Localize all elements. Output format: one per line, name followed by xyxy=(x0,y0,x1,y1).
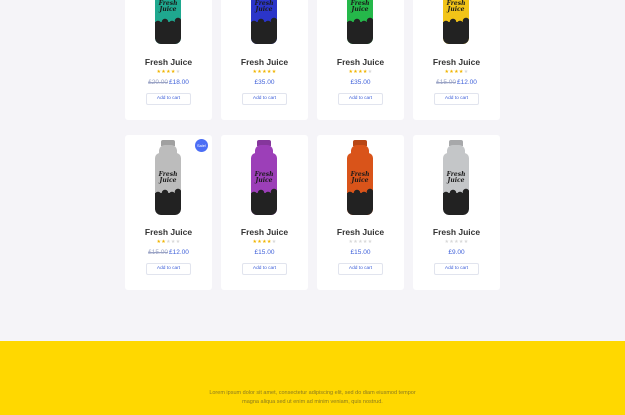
product-card[interactable]: Fresh Juice Fresh Juice ★★★★★ £20.00£18.00 A… xyxy=(125,0,212,120)
product-price: £15.00£12.00 xyxy=(125,249,212,256)
bottle-brand-label: Fresh Juice xyxy=(350,170,370,184)
juice-bottle-image[interactable]: Fresh Juice xyxy=(155,0,181,44)
sale-badge: Sale! xyxy=(195,139,208,152)
current-price: £18.00 xyxy=(169,79,189,86)
current-price: £35.00 xyxy=(254,79,275,86)
juice-bottle-image[interactable]: Fresh Juice xyxy=(443,0,469,44)
bottle-brand-label: Fresh Juice xyxy=(158,0,178,14)
footer-text-line-1: Lorem ipsum dolor sit amet, consectetur … xyxy=(209,390,416,396)
rating-stars: ★★★★★ xyxy=(125,69,212,75)
juice-bottle-image[interactable]: Fresh Juice xyxy=(155,140,181,215)
footer-text: Lorem ipsum dolor sit amet, consectetur … xyxy=(0,389,625,407)
product-title[interactable]: Fresh Juice xyxy=(413,227,500,237)
product-card[interactable]: Fresh Juice Fresh Juice ★★★★★ £15.00 Add to … xyxy=(317,135,404,290)
star-icon: ★ xyxy=(367,69,373,75)
product-price: £35.00 xyxy=(317,79,404,86)
old-price: £15.00 xyxy=(436,79,456,86)
star-icon: ★ xyxy=(271,69,277,75)
rating-stars: ★★★★★ xyxy=(125,239,212,245)
product-title[interactable]: Fresh Juice xyxy=(125,227,212,237)
star-icon: ★ xyxy=(175,69,181,75)
product-price: £15.00 xyxy=(317,249,404,256)
rating-stars: ★★★★★ xyxy=(317,239,404,245)
juice-bottle-image[interactable]: Fresh Juice xyxy=(251,0,277,44)
juice-bottle-image[interactable]: Fresh Juice xyxy=(443,140,469,215)
old-price: £20.00 xyxy=(148,79,168,86)
bottle-brand-label: Fresh Juice xyxy=(254,0,274,14)
product-title[interactable]: Fresh Juice xyxy=(413,57,500,67)
star-icon: ★ xyxy=(367,239,373,245)
product-price: £15.00 xyxy=(221,249,308,256)
add-to-cart-button[interactable]: Add to cart xyxy=(338,263,383,275)
product-card[interactable]: Fresh Juice Fresh Juice ★★★★★ £15.00 Add to … xyxy=(221,135,308,290)
add-to-cart-button[interactable]: Add to cart xyxy=(146,263,191,275)
juice-bottle-image[interactable]: Fresh Juice xyxy=(251,140,277,215)
rating-stars: ★★★★★ xyxy=(413,239,500,245)
product-card[interactable]: Fresh Juice Fresh Juice ★★★★★ £15.00£12.00 A… xyxy=(413,0,500,120)
footer: Lorem ipsum dolor sit amet, consectetur … xyxy=(0,341,625,415)
product-price: £35.00 xyxy=(221,79,308,86)
juice-bottle-image[interactable]: Fresh Juice xyxy=(347,0,373,44)
rating-stars: ★★★★★ xyxy=(317,69,404,75)
product-title[interactable]: Fresh Juice xyxy=(221,227,308,237)
current-price: £12.00 xyxy=(457,79,477,86)
current-price: £15.00 xyxy=(254,249,275,256)
add-to-cart-button[interactable]: Add to cart xyxy=(242,93,287,105)
add-to-cart-button[interactable]: Add to cart xyxy=(434,93,479,105)
current-price: £35.00 xyxy=(350,79,371,86)
footer-text-line-2: magna aliqua sed ut enim ad minim veniam… xyxy=(242,399,383,405)
bottle-brand-label: Fresh Juice xyxy=(350,0,370,14)
product-title[interactable]: Fresh Juice xyxy=(221,57,308,67)
add-to-cart-button[interactable]: Add to cart xyxy=(338,93,383,105)
product-price: £9.00 xyxy=(413,249,500,256)
add-to-cart-button[interactable]: Add to cart xyxy=(242,263,287,275)
add-to-cart-button[interactable]: Add to cart xyxy=(146,93,191,105)
product-card[interactable]: Fresh Juice Sale! Fresh Juice ★★★★★ £15.00£1… xyxy=(125,135,212,290)
bottle-brand-label: Fresh Juice xyxy=(446,0,466,14)
rating-stars: ★★★★★ xyxy=(413,69,500,75)
current-price: £9.00 xyxy=(448,249,465,256)
star-icon: ★ xyxy=(463,239,469,245)
juice-bottle-image[interactable]: Fresh Juice xyxy=(347,140,373,215)
rating-stars: ★★★★★ xyxy=(221,69,308,75)
product-card[interactable]: Fresh Juice Fresh Juice ★★★★★ £9.00 Add to c… xyxy=(413,135,500,290)
product-price: £20.00£18.00 xyxy=(125,79,212,86)
bottle-brand-label: Fresh Juice xyxy=(254,170,274,184)
product-card[interactable]: Fresh Juice Fresh Juice ★★★★★ £35.00 Add to … xyxy=(317,0,404,120)
product-price: £15.00£12.00 xyxy=(413,79,500,86)
old-price: £15.00 xyxy=(148,249,168,256)
star-icon: ★ xyxy=(271,239,277,245)
product-title[interactable]: Fresh Juice xyxy=(317,57,404,67)
rating-stars: ★★★★★ xyxy=(221,239,308,245)
product-title[interactable]: Fresh Juice xyxy=(317,227,404,237)
star-icon: ★ xyxy=(463,69,469,75)
add-to-cart-button[interactable]: Add to cart xyxy=(434,263,479,275)
product-card[interactable]: Fresh Juice Fresh Juice ★★★★★ £35.00 Add to … xyxy=(221,0,308,120)
current-price: £12.00 xyxy=(169,249,189,256)
star-icon: ★ xyxy=(175,239,181,245)
bottle-brand-label: Fresh Juice xyxy=(446,170,466,184)
bottle-brand-label: Fresh Juice xyxy=(158,170,178,184)
current-price: £15.00 xyxy=(350,249,371,256)
product-title[interactable]: Fresh Juice xyxy=(125,57,212,67)
